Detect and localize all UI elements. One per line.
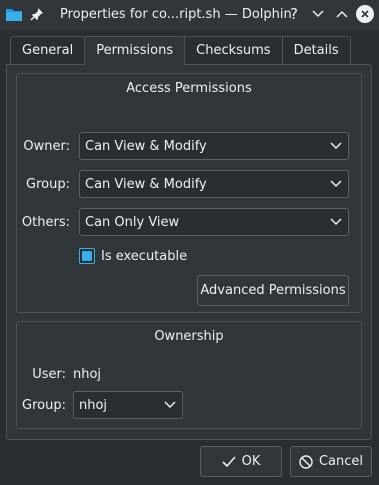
group-label: Group: [26, 177, 70, 192]
tab-bar: General Permissions Checksums Details [10, 36, 351, 65]
tab-permissions[interactable]: Permissions [84, 36, 186, 65]
others-permission-value: Can Only View [85, 215, 180, 230]
ownership-group-value: nhoj [79, 398, 108, 413]
window-title: Properties for co...ript.sh — Dolphin [60, 7, 292, 22]
chevron-down-icon [330, 142, 342, 150]
title-bar: Properties for co...ript.sh — Dolphin ? [0, 0, 379, 30]
chevron-down-icon [312, 10, 324, 18]
check-icon [222, 455, 236, 467]
minimize-button[interactable] [308, 4, 328, 24]
cancel-label: Cancel [318, 454, 364, 469]
permissions-panel: Access Permissions Owner: Can View & Mod… [6, 64, 372, 440]
cancel-icon [299, 454, 313, 469]
owner-permission-select[interactable]: Can View & Modify [79, 132, 349, 160]
group-permission-value: Can View & Modify [85, 177, 207, 192]
checkbox-check-mark [82, 251, 92, 261]
advanced-permissions-label: Advanced Permissions [200, 283, 346, 298]
ok-label: OK [241, 454, 261, 469]
chevron-down-icon [330, 218, 342, 226]
tab-checksums[interactable]: Checksums [184, 36, 283, 64]
chevron-down-icon [164, 401, 176, 409]
ownership-title: Ownership [154, 329, 224, 344]
executable-checkbox[interactable] [79, 248, 95, 264]
tab-general[interactable]: General [10, 36, 86, 64]
tab-details[interactable]: Details [281, 36, 351, 64]
access-permissions-group: Access Permissions Owner: Can View & Mod… [16, 73, 362, 313]
close-button[interactable] [355, 4, 375, 24]
ok-button[interactable]: OK [200, 446, 282, 477]
owner-permission-value: Can View & Modify [85, 139, 207, 154]
others-permission-select[interactable]: Can Only View [79, 208, 349, 236]
advanced-permissions-button[interactable]: Advanced Permissions [197, 275, 349, 306]
ownership-group-label: Group: [22, 398, 66, 413]
maximize-button[interactable] [332, 4, 352, 24]
cancel-button[interactable]: Cancel [290, 446, 372, 477]
chevron-down-icon [330, 180, 342, 188]
executable-label[interactable]: Is executable [101, 249, 187, 264]
help-button[interactable]: ? [284, 4, 304, 24]
folder-icon[interactable] [5, 6, 23, 22]
chevron-up-icon [336, 10, 348, 18]
group-permission-select[interactable]: Can View & Modify [79, 170, 349, 198]
access-permissions-title: Access Permissions [126, 81, 252, 96]
pin-icon[interactable] [30, 7, 44, 21]
owner-label: Owner: [23, 139, 70, 154]
help-icon: ? [290, 5, 298, 23]
close-icon [356, 5, 374, 23]
others-label: Others: [21, 215, 70, 230]
user-label: User: [32, 367, 66, 382]
user-value: nhoj [73, 367, 102, 382]
ownership-group-select[interactable]: nhoj [73, 391, 183, 419]
ownership-group: Ownership User: nhoj Group: nhoj [16, 321, 362, 429]
